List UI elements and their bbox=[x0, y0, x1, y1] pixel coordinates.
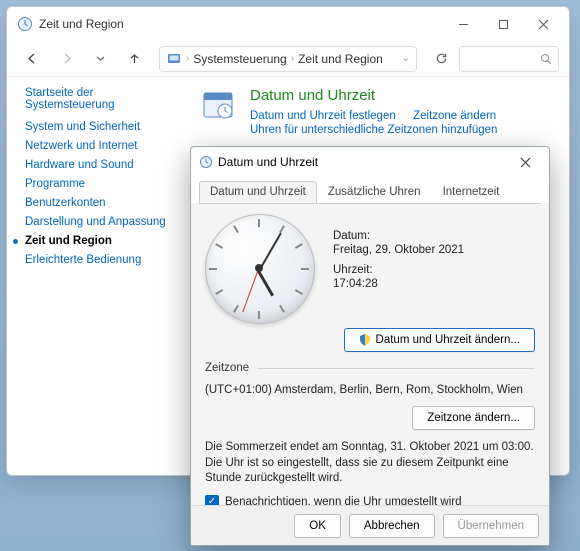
tab-additional-clocks[interactable]: Zusätzliche Uhren bbox=[317, 181, 432, 203]
link-change-tz[interactable]: Zeitzone ändern bbox=[413, 110, 496, 122]
apply-button[interactable]: Übernehmen bbox=[443, 514, 539, 538]
sidebar-item-accessibility[interactable]: Erleichterte Bedienung bbox=[25, 254, 180, 266]
chevron-right-icon: › bbox=[186, 53, 189, 64]
datetime-dialog: Datum und Uhrzeit Datum und Uhrzeit Zusä… bbox=[190, 146, 550, 546]
dst-info: Die Sommerzeit endet am Sonntag, 31. Okt… bbox=[205, 440, 535, 487]
control-panel-icon bbox=[166, 51, 182, 67]
minimize-button[interactable] bbox=[443, 11, 483, 37]
maximize-button[interactable] bbox=[483, 11, 523, 37]
time-value: 17:04:28 bbox=[333, 278, 464, 290]
dialog-icon bbox=[199, 155, 213, 169]
chevron-right-icon: › bbox=[291, 53, 294, 64]
close-button[interactable] bbox=[523, 11, 563, 37]
dialog-close-button[interactable] bbox=[507, 150, 543, 174]
sidebar: Startseite der Systemsteuerung System un… bbox=[25, 87, 180, 273]
breadcrumb-root[interactable]: Systemsteuerung bbox=[193, 52, 286, 66]
category-title[interactable]: Datum und Uhrzeit bbox=[250, 87, 511, 104]
sidebar-item-network[interactable]: Netzwerk und Internet bbox=[25, 140, 180, 152]
time-label: Uhrzeit: bbox=[333, 264, 464, 276]
notify-label: Benachrichtigen, wenn die Uhr umgestellt… bbox=[225, 496, 462, 505]
search-icon bbox=[540, 53, 552, 65]
refresh-button[interactable] bbox=[427, 46, 455, 72]
dialog-footer: OK Abbrechen Übernehmen bbox=[191, 505, 549, 545]
notify-checkbox[interactable]: ✓ bbox=[205, 495, 219, 505]
sidebar-item-programs[interactable]: Programme bbox=[25, 178, 180, 190]
change-datetime-button[interactable]: Datum und Uhrzeit ändern... bbox=[344, 328, 535, 352]
back-button[interactable] bbox=[17, 45, 47, 73]
sidebar-item-accounts[interactable]: Benutzerkonten bbox=[25, 197, 180, 209]
dialog-tabs: Datum und Uhrzeit Zusätzliche Uhren Inte… bbox=[191, 177, 549, 203]
date-label: Datum: bbox=[333, 230, 464, 242]
tab-internet-time[interactable]: Internetzeit bbox=[432, 181, 511, 203]
dialog-title: Datum und Uhrzeit bbox=[218, 155, 318, 169]
timezone-value: (UTC+01:00) Amsterdam, Berlin, Bern, Rom… bbox=[205, 384, 535, 396]
tab-datetime[interactable]: Datum und Uhrzeit bbox=[199, 181, 317, 203]
ok-button[interactable]: OK bbox=[294, 514, 341, 538]
sidebar-item-time-region[interactable]: Zeit und Region bbox=[25, 235, 180, 247]
search-input[interactable] bbox=[459, 46, 559, 72]
datetime-info: Datum: Freitag, 29. Oktober 2021 Uhrzeit… bbox=[333, 214, 464, 324]
link-set-datetime[interactable]: Datum und Uhrzeit festlegen bbox=[250, 110, 396, 122]
forward-button[interactable] bbox=[51, 45, 81, 73]
up-button[interactable] bbox=[119, 45, 149, 73]
category-links: Datum und Uhrzeit festlegen Zeitzone änd… bbox=[250, 108, 511, 136]
analog-clock bbox=[205, 214, 315, 324]
sidebar-item-appearance[interactable]: Darstellung und Anpassung bbox=[25, 216, 180, 228]
breadcrumb[interactable]: › Systemsteuerung › Zeit und Region ⌄ bbox=[159, 46, 417, 72]
cancel-button[interactable]: Abbrechen bbox=[349, 514, 435, 538]
sidebar-heading[interactable]: Startseite der Systemsteuerung bbox=[25, 87, 180, 111]
recent-dropdown[interactable] bbox=[85, 45, 115, 73]
sidebar-item-hardware[interactable]: Hardware und Sound bbox=[25, 159, 180, 171]
sidebar-item-system[interactable]: System und Sicherheit bbox=[25, 121, 180, 133]
breadcrumb-current[interactable]: Zeit und Region bbox=[298, 52, 383, 66]
clock-region-icon bbox=[17, 16, 33, 32]
chevron-down-icon[interactable]: ⌄ bbox=[402, 53, 410, 64]
link-add-clocks[interactable]: Uhren für unterschiedliche Zeitzonen hin… bbox=[250, 124, 497, 136]
datetime-category-icon bbox=[200, 87, 236, 123]
nav-toolbar: › Systemsteuerung › Zeit und Region ⌄ bbox=[7, 41, 569, 77]
dialog-titlebar: Datum und Uhrzeit bbox=[191, 147, 549, 177]
dialog-body: Datum: Freitag, 29. Oktober 2021 Uhrzeit… bbox=[191, 204, 549, 505]
titlebar: Zeit und Region bbox=[7, 7, 569, 41]
date-value: Freitag, 29. Oktober 2021 bbox=[333, 244, 464, 256]
timezone-heading: Zeitzone bbox=[205, 362, 249, 374]
uac-shield-icon bbox=[359, 334, 371, 346]
window-title: Zeit und Region bbox=[39, 17, 124, 31]
change-timezone-button[interactable]: Zeitzone ändern... bbox=[412, 406, 535, 430]
